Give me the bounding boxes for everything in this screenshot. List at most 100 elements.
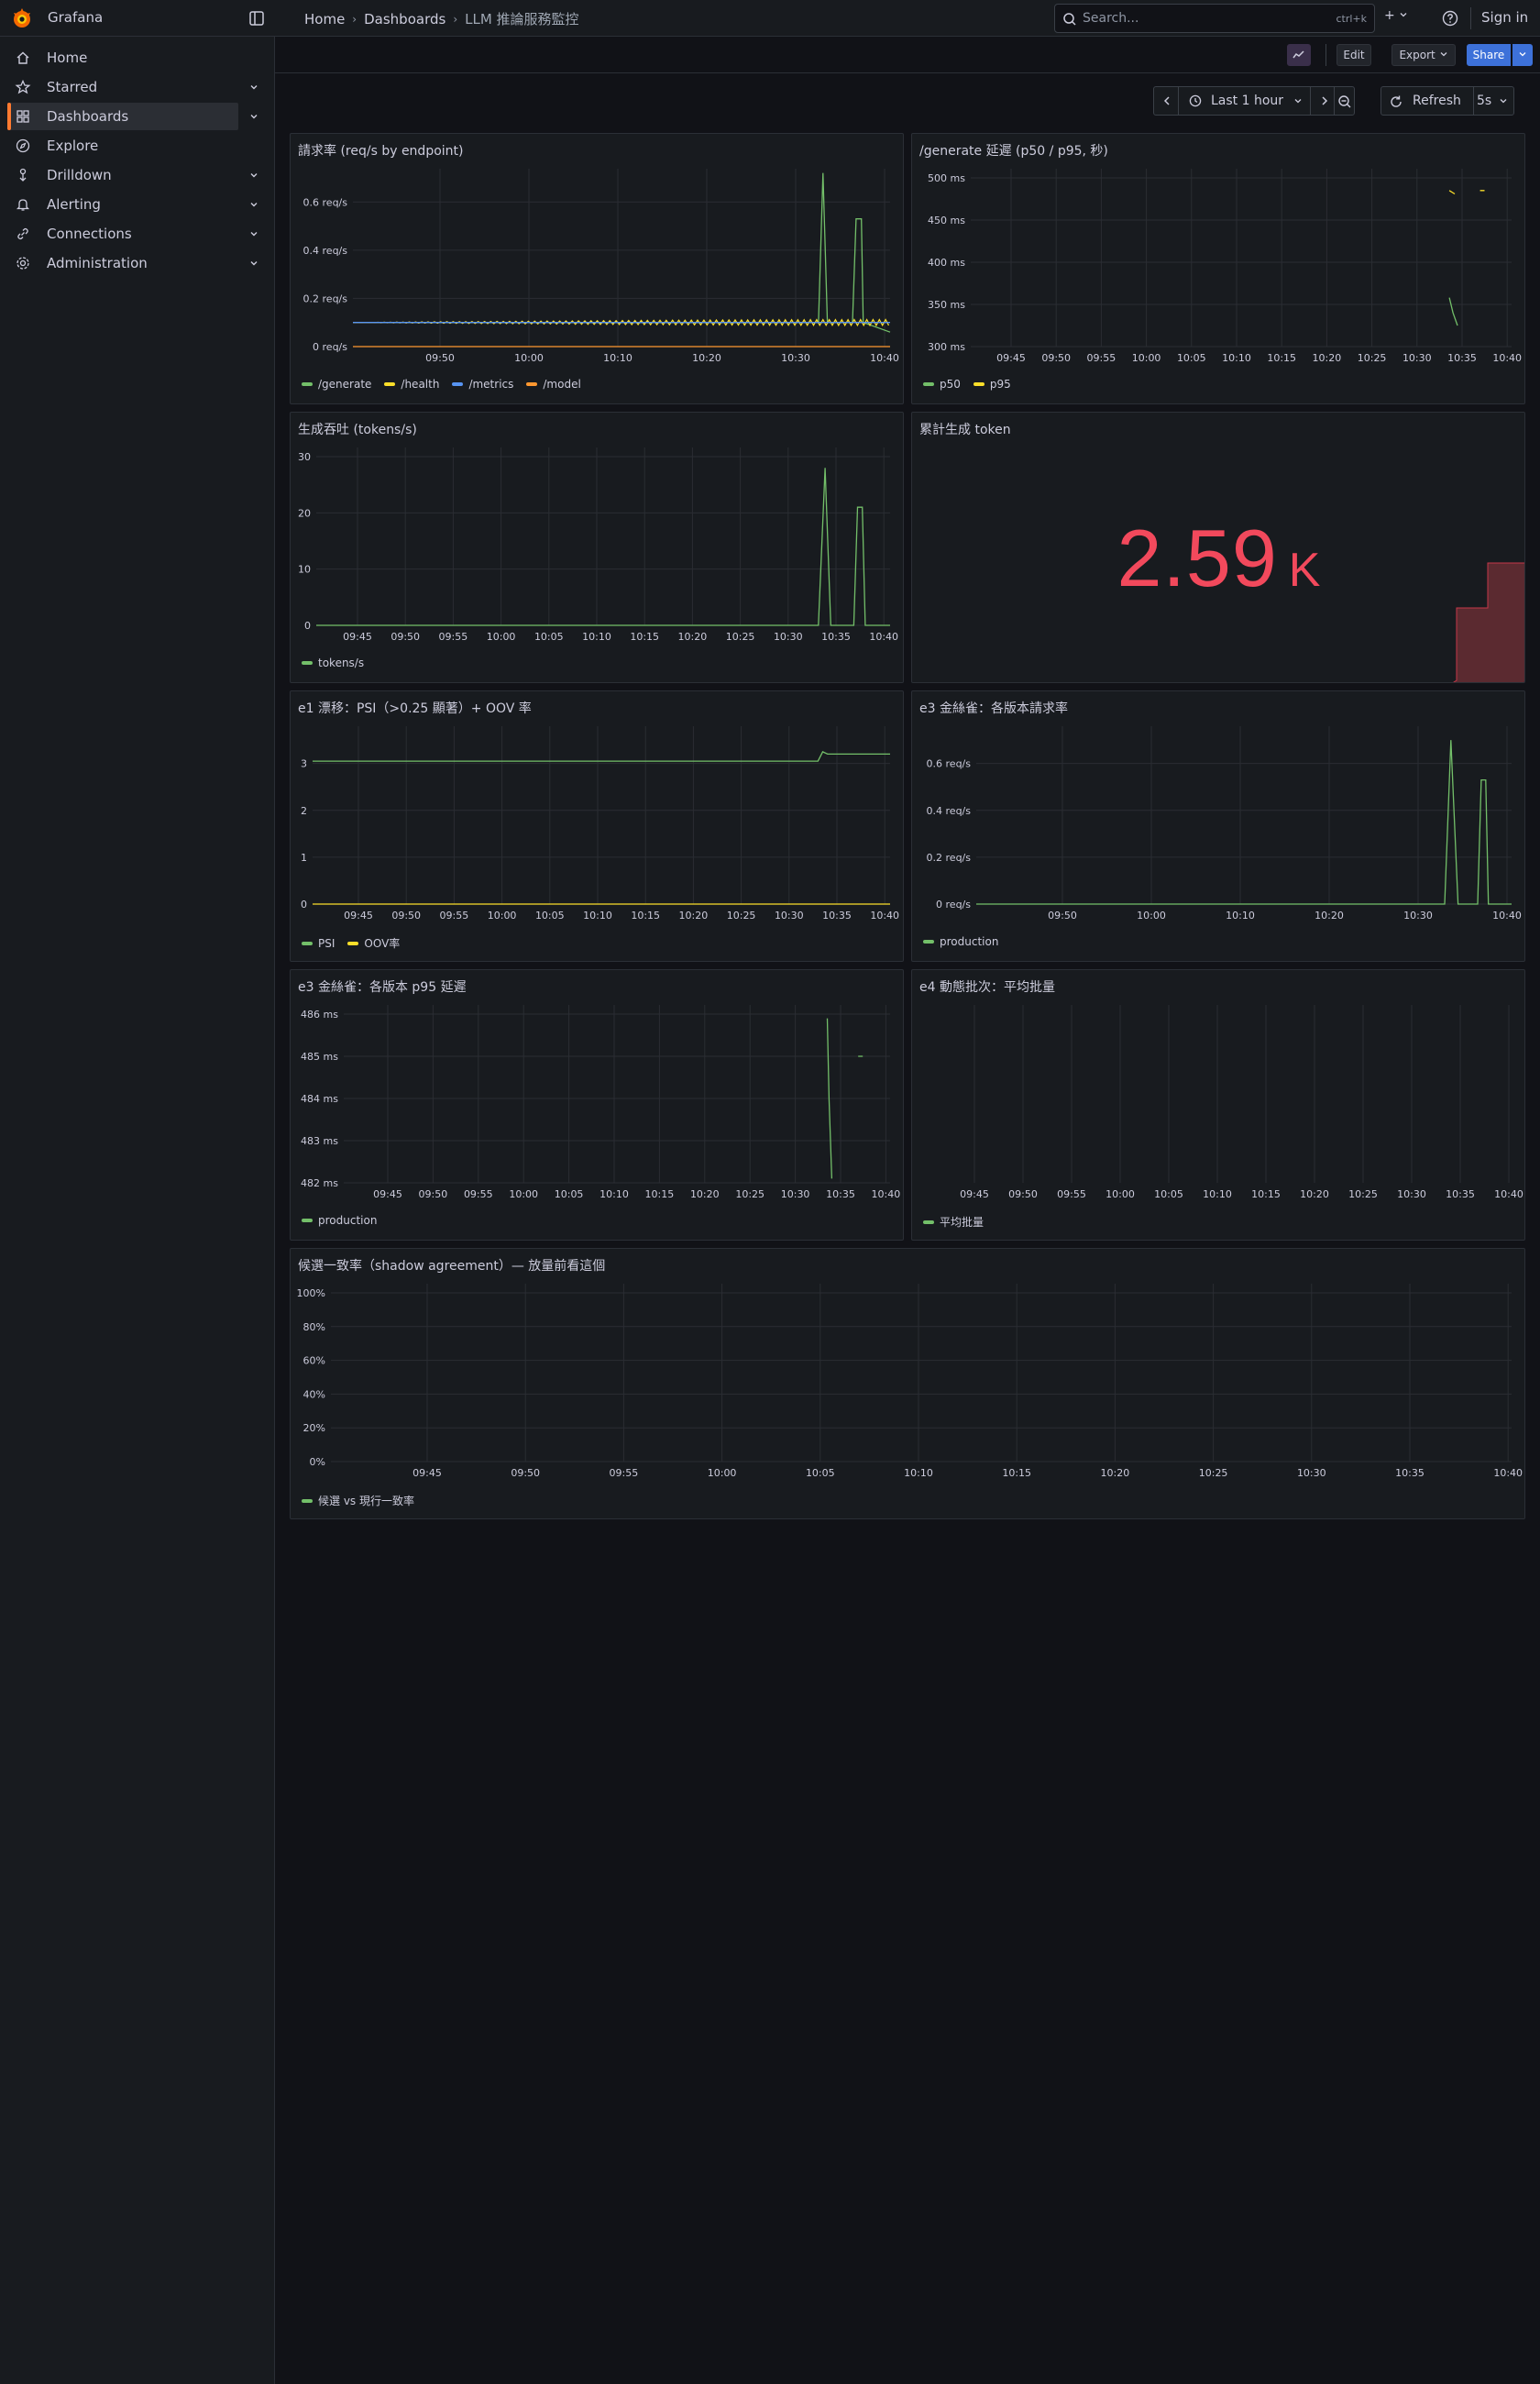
legend-item[interactable]: /model — [526, 378, 581, 391]
legend-label: 平均批量 — [940, 1216, 984, 1229]
panel-batch-size[interactable]: e4 動態批次：平均批量 09:45 09:50 09:55 10:00 10:05 10… — [911, 969, 1525, 1241]
sidebar-item-starred[interactable]: Starred — [7, 73, 238, 101]
time-range-label[interactable]: Last 1 hour — [1211, 94, 1283, 108]
breadcrumb-dashboards[interactable]: Dashboards — [364, 11, 446, 28]
legend-label: OOV率 — [364, 937, 401, 950]
dock-menu-icon[interactable] — [248, 9, 266, 28]
legend-item[interactable]: /health — [384, 378, 439, 391]
y-tick-label: 484 ms — [301, 1093, 338, 1105]
y-tick-label: 1 — [301, 852, 307, 864]
legend-item[interactable]: 候選 vs 現行一致率 — [302, 1493, 414, 1508]
legend-item[interactable]: production — [302, 1214, 377, 1227]
panel-shadow-agreement[interactable]: 候選一致率（shadow agreement）— 放量前看這個 09:45 09:… — [290, 1248, 1525, 1519]
breadcrumb-home[interactable]: Home — [304, 11, 345, 28]
legend-item[interactable]: PSI — [302, 935, 335, 951]
sidebar-item-administration[interactable]: Administration — [7, 249, 238, 277]
help-icon[interactable] — [1441, 9, 1459, 28]
x-tick-label: 09:50 — [1008, 1188, 1038, 1200]
refresh-interval[interactable]: 5s — [1477, 94, 1491, 108]
x-tick-label: 10:20 — [1313, 352, 1342, 364]
x-tick-label: 10:20 — [679, 910, 709, 922]
chart-legend: PSI OOV率 — [302, 935, 400, 951]
sign-in-link[interactable]: Sign in — [1481, 9, 1528, 26]
legend-item[interactable]: tokens/s — [302, 657, 364, 669]
legend-item[interactable]: 平均批量 — [923, 1214, 984, 1230]
x-tick-label: 10:25 — [1358, 352, 1387, 364]
x-tick-label: 09:50 — [1048, 910, 1077, 922]
legend-item[interactable]: p50 — [923, 378, 961, 391]
legend-swatch — [302, 941, 313, 945]
sidebar-item-label: Alerting — [47, 196, 101, 213]
chevron-down-icon[interactable] — [248, 227, 260, 240]
sidebar-item-label: Dashboards — [47, 108, 129, 125]
legend-item[interactable]: /metrics — [452, 378, 513, 391]
sidebar-item-drilldown[interactable]: Drilldown — [7, 161, 238, 189]
y-tick-label: 3 — [301, 758, 307, 770]
y-tick-label: 0.4 req/s — [303, 245, 348, 257]
legend-item[interactable]: p95 — [973, 378, 1011, 391]
sidebar-item-explore[interactable]: Explore — [7, 132, 238, 160]
edit-button[interactable]: Edit — [1336, 44, 1371, 66]
panel-canary-request-rate[interactable]: e3 金絲雀：各版本請求率 09:50 10:00 10:10 10:20 10:30 1… — [911, 690, 1525, 962]
refresh-icon[interactable] — [1389, 94, 1403, 109]
panel-drift-psi[interactable]: e1 漂移：PSI（>0.25 顯著）+ OOV 率 09:45 09:50 09:… — [290, 690, 904, 962]
panel-canary-p95[interactable]: e3 金絲雀：各版本 p95 延遲 09:45 09:50 09:55 10:00 10… — [290, 969, 904, 1241]
export-button[interactable]: Export — [1392, 44, 1456, 66]
x-tick-label: 10:05 — [535, 910, 565, 922]
app-title: Grafana — [48, 9, 104, 26]
x-tick-label: 10:10 — [904, 1467, 933, 1479]
stat-unit: K — [1288, 544, 1322, 597]
legend-item[interactable]: production — [923, 935, 998, 948]
x-tick-label: 10:10 — [1226, 910, 1255, 922]
refresh-button[interactable]: Refresh — [1413, 94, 1461, 108]
share-dropdown-button[interactable] — [1512, 44, 1533, 66]
panel-throughput[interactable]: 生成吞吐 (tokens/s) 09:45 09:50 09:55 10:00 10:0… — [290, 412, 904, 683]
breadcrumb-current: LLM 推論服務監控 — [465, 11, 579, 28]
legend-label: /generate — [318, 378, 372, 391]
link-icon — [17, 227, 28, 240]
x-tick-label: 10:05 — [534, 631, 564, 643]
chevron-left-icon[interactable] — [1161, 95, 1172, 106]
x-tick-label: 10:40 — [872, 1188, 901, 1200]
y-tick-label: 485 ms — [301, 1051, 338, 1063]
grafana-logo-icon[interactable] — [11, 7, 33, 29]
chevron-down-icon[interactable] — [248, 257, 260, 270]
plus-icon: + — [1384, 8, 1395, 23]
zoom-out-icon[interactable] — [1337, 94, 1352, 109]
x-tick-label: 09:55 — [440, 910, 469, 922]
sidebar-item-label: Connections — [47, 226, 132, 242]
dashboard-toolbar: Edit Export Share — [275, 37, 1540, 73]
sidebar-item-alerting[interactable]: Alerting — [7, 191, 238, 218]
share-button[interactable]: Share — [1467, 44, 1511, 66]
y-tick-label: 500 ms — [928, 172, 965, 184]
chevron-down-icon[interactable] — [248, 81, 260, 94]
panel-request-rate[interactable]: 請求率 (req/s by endpoint) 09:50 10:00 10:10 1… — [290, 133, 904, 404]
y-tick-label: 40% — [303, 1388, 325, 1400]
legend-swatch — [923, 1220, 934, 1224]
chevron-right-icon[interactable] — [1319, 95, 1330, 106]
sidebar-item-connections[interactable]: Connections — [7, 220, 238, 248]
sidebar-item-home[interactable]: Home — [7, 44, 238, 72]
panel-cumulative-tokens[interactable]: 累計生成 token 2.59 K — [911, 412, 1525, 683]
chevron-down-icon[interactable] — [248, 198, 260, 211]
new-menu-button[interactable]: + — [1384, 8, 1408, 23]
panel-generate-latency[interactable]: /generate 延遲 (p50 / p95, 秒) 09:45 09:50 09… — [911, 133, 1525, 404]
sidebar-item-dashboards[interactable]: Dashboards — [7, 103, 238, 130]
y-tick-label: 0 req/s — [936, 899, 971, 911]
pulse-icon[interactable] — [1287, 44, 1311, 66]
chevron-down-icon[interactable] — [248, 169, 260, 182]
legend-item[interactable]: OOV率 — [347, 935, 400, 951]
x-tick-label: 10:10 — [600, 1188, 629, 1200]
x-tick-label: 10:30 — [781, 1188, 810, 1200]
y-tick-label: 2 — [301, 805, 307, 817]
x-tick-label: 10:20 — [678, 631, 708, 643]
x-tick-label: 10:35 — [826, 1188, 855, 1200]
chevron-down-icon — [1294, 99, 1302, 104]
y-tick-label: 0 req/s — [313, 341, 347, 353]
legend-item[interactable]: /generate — [302, 378, 371, 391]
x-tick-label: 09:50 — [1041, 352, 1071, 364]
x-tick-label: 09:45 — [960, 1188, 989, 1200]
chevron-down-icon[interactable] — [248, 110, 260, 123]
x-tick-label: 09:50 — [425, 352, 455, 364]
search-input[interactable]: Search... ctrl+k — [1054, 4, 1375, 33]
